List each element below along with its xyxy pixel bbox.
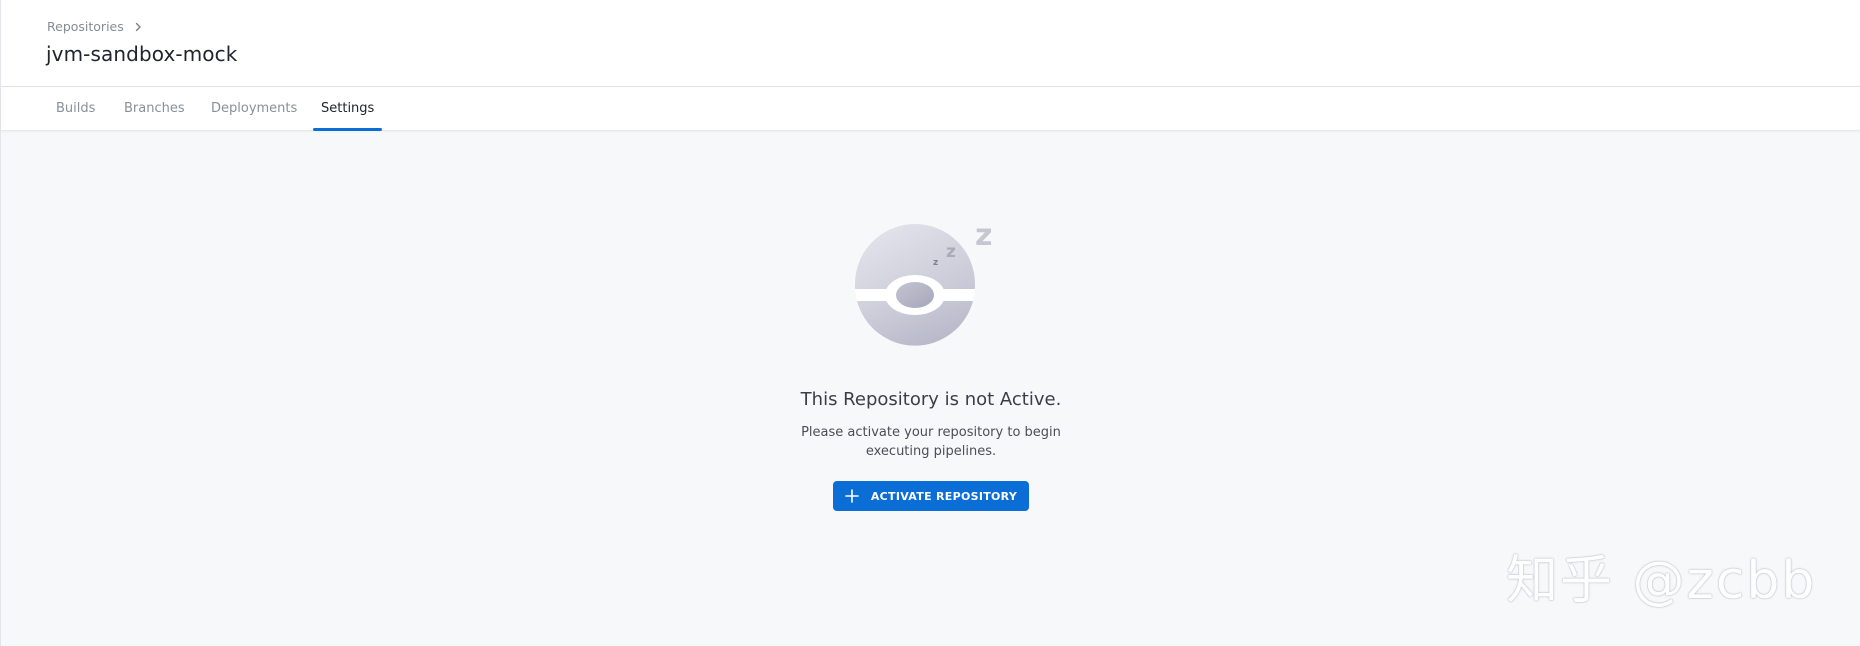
activate-repository-label: ACTIVATE REPOSITORY: [870, 489, 1018, 503]
tab-deployments[interactable]: Deployments: [203, 87, 305, 131]
breadcrumb: Repositories: [47, 19, 144, 34]
activate-repository-button[interactable]: ACTIVATE REPOSITORY: [833, 481, 1029, 511]
watermark: 知乎 @zcbb: [1506, 551, 1817, 611]
svg-text:z: z: [975, 218, 992, 253]
tab-settings[interactable]: Settings: [313, 87, 383, 131]
page: Repositories jvm-sandbox-mock Builds Bra…: [0, 0, 1860, 646]
tab-branches[interactable]: Branches: [116, 87, 193, 131]
svg-text:z: z: [933, 258, 938, 268]
breadcrumb-repositories-link[interactable]: Repositories: [47, 19, 124, 34]
svg-text:z: z: [946, 242, 956, 262]
page-title: jvm-sandbox-mock: [46, 42, 238, 66]
plus-icon: [845, 489, 859, 503]
empty-state-title: This Repository is not Active.: [800, 389, 1062, 410]
tab-builds[interactable]: Builds: [48, 87, 103, 131]
tab-bar: Builds Branches Deployments Settings: [1, 87, 1860, 131]
empty-state-description: Please activate your repository to begin…: [801, 425, 1061, 459]
sleeping-ball-icon: z z z: [855, 218, 992, 346]
chevron-right-icon: [135, 22, 141, 31]
header: Repositories jvm-sandbox-mock: [1, 0, 1860, 87]
